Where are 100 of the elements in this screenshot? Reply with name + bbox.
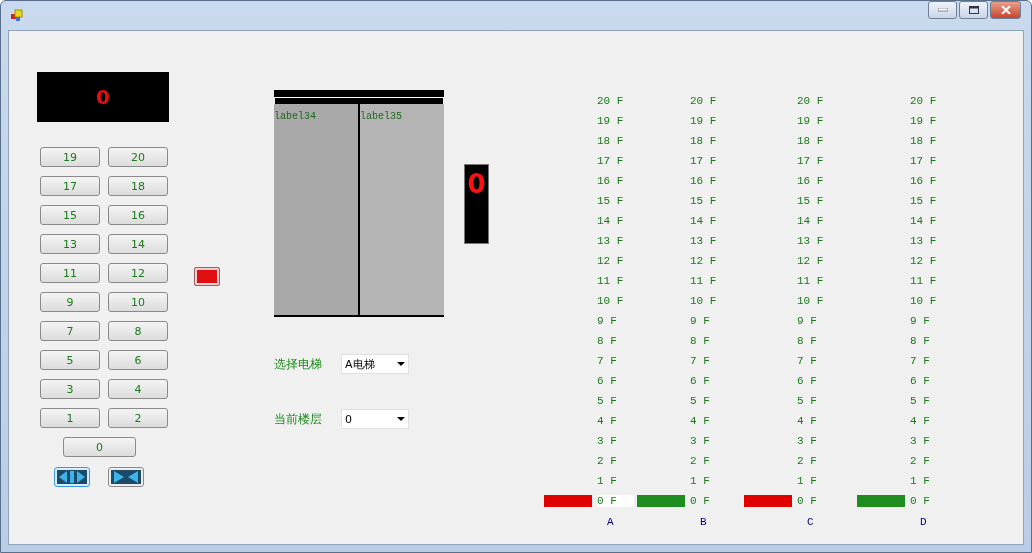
dropdown-field[interactable]: 0 [341, 409, 409, 429]
field-label: 选择电梯 [274, 355, 322, 373]
floor-button[interactable]: 7 [40, 321, 100, 341]
floor-button[interactable]: 14 [108, 234, 168, 254]
maximize-button[interactable] [959, 1, 988, 19]
floor-label: 13 F [797, 235, 824, 247]
floor-button[interactable]: 8 [108, 321, 168, 341]
floor-label: 10 F [910, 295, 937, 307]
floor-label: 19 F [910, 115, 937, 127]
open-door-button[interactable] [54, 467, 90, 487]
floor-label: 13 F [910, 235, 937, 247]
floor-label: 2 F [910, 455, 930, 467]
dropdown-caret-icon [397, 362, 405, 366]
floor-display: 0 [37, 72, 169, 122]
floor-label: 7 F [690, 355, 710, 367]
floor-label: 8 F [910, 335, 930, 347]
field-label: 当前楼层 [274, 410, 322, 428]
floor-button[interactable]: 4 [108, 379, 168, 399]
floor-label: 14 F [910, 215, 937, 227]
floor-button[interactable]: 15 [40, 205, 100, 225]
floor-label: 1 F [797, 475, 817, 487]
floor-button[interactable]: 10 [108, 292, 168, 312]
floor-label: 13 F [690, 235, 717, 247]
floor-label: 5 F [690, 395, 710, 407]
floor-label: 6 F [690, 375, 710, 387]
floor-label: 9 F [597, 315, 617, 327]
floor-label: 4 F [690, 415, 710, 427]
floor-button[interactable]: 11 [40, 263, 100, 283]
floor-label: 4 F [797, 415, 817, 427]
minimize-icon [937, 8, 948, 12]
floor-label: 8 F [797, 335, 817, 347]
floor-label: 4 F [597, 415, 617, 427]
floor-label: 8 F [597, 335, 617, 347]
floor-label: 18 F [910, 135, 937, 147]
floor-label: 20 F [910, 95, 937, 107]
floor-label: 10 F [690, 295, 717, 307]
floor-label: 3 F [597, 435, 617, 447]
shaft-name: D [920, 516, 928, 528]
floor-button[interactable]: 6 [108, 350, 168, 370]
open-door-icon [57, 470, 87, 484]
close-door-button[interactable] [108, 467, 144, 487]
floor-label: 16 F [690, 175, 717, 187]
floor-button[interactable]: 13 [40, 234, 100, 254]
dropdown-caret-icon [397, 417, 405, 421]
floor-button[interactable]: 17 [40, 176, 100, 196]
floor-button[interactable]: 5 [40, 350, 100, 370]
floor-button[interactable]: 20 [108, 147, 168, 167]
floor-label: 3 F [797, 435, 817, 447]
floor-label: 18 F [690, 135, 717, 147]
floor-label: 9 F [910, 315, 930, 327]
app-icon [11, 9, 25, 22]
floor-label: 19 F [690, 115, 717, 127]
floor-label: 17 F [597, 155, 624, 167]
floor-label: 7 F [797, 355, 817, 367]
floor-label: 19 F [597, 115, 624, 127]
floor-label: 20 F [597, 95, 624, 107]
floor-label: 16 F [797, 175, 824, 187]
floor-button[interactable]: 2 [108, 408, 168, 428]
floor-label: 11 F [797, 275, 824, 287]
floor-button[interactable]: 18 [108, 176, 168, 196]
floor-button[interactable]: 3 [40, 379, 100, 399]
floor-label: 1 F [597, 475, 617, 487]
floor-label: 14 F [597, 215, 624, 227]
floor-button[interactable]: 0 [63, 437, 136, 457]
floor-button[interactable]: 12 [108, 263, 168, 283]
close-door-icon [111, 470, 141, 484]
floor-label: 11 F [690, 275, 717, 287]
floor-label: 7 F [597, 355, 617, 367]
floor-label: 20 F [690, 95, 717, 107]
shaft-name: B [700, 516, 708, 528]
floor-label: 17 F [690, 155, 717, 167]
floor-label: 13 F [597, 235, 624, 247]
floor-button[interactable]: 1 [40, 408, 100, 428]
floor-label: 12 F [797, 255, 824, 267]
floor-label: 0 F [910, 495, 930, 507]
floor-label: 1 F [690, 475, 710, 487]
floor-label: 15 F [910, 195, 937, 207]
floor-label: 6 F [797, 375, 817, 387]
floor-button[interactable]: 16 [108, 205, 168, 225]
floor-button[interactable]: 19 [40, 147, 100, 167]
floor-button[interactable]: 9 [40, 292, 100, 312]
floor-label: 17 F [910, 155, 937, 167]
minimize-button[interactable] [928, 1, 957, 19]
dropdown-field[interactable]: A电梯 [341, 354, 409, 374]
floor-label: 0 F [690, 495, 710, 507]
floor-label: 2 F [597, 455, 617, 467]
floor-label: 11 F [597, 275, 624, 287]
close-button[interactable] [990, 1, 1021, 19]
floor-label: 14 F [690, 215, 717, 227]
floor-label: 3 F [690, 435, 710, 447]
restore-icon [968, 6, 979, 14]
floor-label: 18 F [797, 135, 824, 147]
floor-label: 10 F [797, 295, 824, 307]
floor-label: 12 F [910, 255, 937, 267]
floor-label: 9 F [797, 315, 817, 327]
floor-label: 7 F [910, 355, 930, 367]
floor-label: 15 F [690, 195, 717, 207]
floor-label: 19 F [797, 115, 824, 127]
alarm-button[interactable] [194, 267, 220, 286]
floor-label: 18 F [597, 135, 624, 147]
